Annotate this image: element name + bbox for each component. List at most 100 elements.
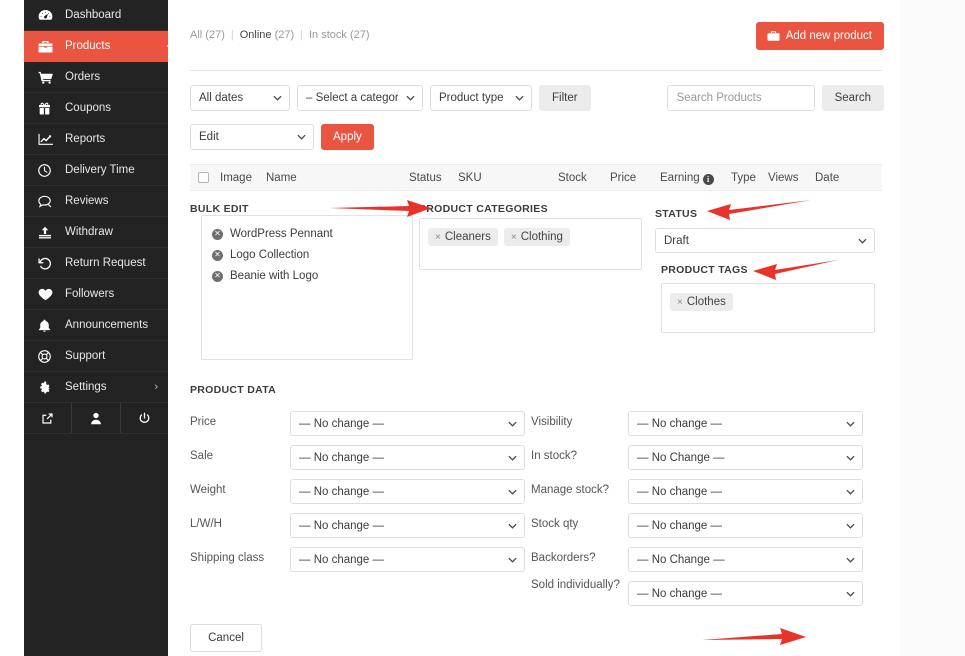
category-tag[interactable]: ×Cleaners (428, 228, 498, 246)
sidebar-item-settings[interactable]: Settings› (24, 372, 168, 403)
sidebar-item-label: Reports (65, 133, 105, 145)
product-data-label: Stock qty (531, 518, 626, 530)
screen-root: DashboardProductsOrdersCoupons Reports Del… (0, 0, 965, 656)
sidebar-item-products[interactable]: Products (24, 31, 168, 62)
product-tags-box[interactable]: × Clothes (661, 283, 875, 333)
product-data-select-wrap: — No change — (628, 513, 863, 538)
product-data-select-l-w-h[interactable]: — No change — (290, 513, 525, 538)
cancel-button[interactable]: Cancel (190, 624, 262, 652)
product-data-select-manage-stock[interactable]: — No change — (628, 479, 863, 504)
external-link-icon (41, 412, 54, 425)
bulk-edit-product-item: ✕Beanie with Logo (212, 270, 402, 282)
product-data-label: L/W/H (190, 518, 285, 530)
sidebar-visit-store-button[interactable] (24, 403, 72, 433)
search-button[interactable]: Search (822, 85, 884, 111)
product-data-label: Visibility (531, 416, 626, 428)
column-views[interactable]: Views (768, 172, 798, 184)
column-stock[interactable]: Stock (558, 172, 587, 184)
sidebar-item-orders[interactable]: Orders (24, 62, 168, 93)
product-data-select-sale[interactable]: — No change — (290, 445, 525, 470)
info-icon[interactable]: i (703, 174, 714, 185)
column-earning-label: Earning (660, 172, 700, 184)
view-link-all[interactable]: All (27) (190, 29, 225, 41)
bulk-action-row: Edit Apply (190, 124, 374, 150)
sidebar-item-dashboard[interactable]: Dashboard (24, 0, 168, 31)
bulk-edit-product-item: ✕ WordPress Pennant (212, 228, 402, 240)
bulk-edit-product-label: Logo Collection (230, 249, 309, 261)
product-categories-box[interactable]: ×Cleaners ×Clothing (419, 218, 642, 270)
product-tag-label: Clothes (687, 296, 726, 308)
column-status[interactable]: Status (409, 172, 442, 184)
column-type[interactable]: Type (731, 172, 756, 184)
product-categories-title: PRODUCT CATEGORIES (419, 203, 548, 215)
view-filter-links: All (27) | Online (27) | In stock (27) (190, 29, 370, 41)
category-tag[interactable]: ×Clothing (504, 228, 570, 246)
product-data-select-wrap: — No change — (290, 513, 525, 538)
column-sku[interactable]: SKU (458, 172, 482, 184)
product-data-select-visibility[interactable]: — No change — (628, 411, 863, 436)
search-input[interactable] (667, 85, 815, 111)
product-data-select-stock-qty[interactable]: — No change — (628, 513, 863, 538)
product-tag[interactable]: × Clothes (670, 293, 733, 311)
bulk-edit-product-list: ✕ WordPress Pennant ✕ Logo Collection ✕Beani… (201, 215, 413, 360)
bulk-edit-title: BULK EDIT (190, 203, 249, 215)
chart-line-icon (38, 133, 58, 146)
sidebar-item-followers[interactable]: Followers (24, 279, 168, 310)
column-image[interactable]: Image (220, 172, 252, 184)
select-all-checkbox[interactable] (198, 172, 209, 183)
bulk-edit-product-label: WordPress Pennant (230, 228, 333, 240)
column-date[interactable]: Date (815, 172, 839, 184)
sidebar-item-announcements[interactable]: Announcements (24, 310, 168, 341)
sidebar-item-reviews[interactable]: Reviews (24, 186, 168, 217)
product-data-select-weight[interactable]: — No change — (290, 479, 525, 504)
view-link-online[interactable]: Online (27) (240, 29, 294, 41)
sidebar-item-label: Reviews (65, 195, 108, 207)
product-data-select-sold-individually[interactable]: — No change — (628, 581, 863, 606)
view-link-separator: | (300, 29, 303, 41)
sidebar-item-withdraw[interactable]: Withdraw (24, 217, 168, 248)
product-data-select-wrap: — No change — (290, 479, 525, 504)
apply-button[interactable]: Apply (321, 124, 374, 150)
sidebar-item-reports[interactable]: Reports (24, 124, 168, 155)
product-data-select-shipping-class[interactable]: — No change — (290, 547, 525, 572)
product-data-select-price[interactable]: — No change — (290, 411, 525, 436)
product-data-title: PRODUCT DATA (190, 384, 276, 396)
sidebar-item-support[interactable]: Support (24, 341, 168, 372)
sidebar-item-return-request[interactable]: Return Request (24, 248, 168, 279)
view-link-count: (27) (272, 29, 295, 41)
product-data-select-wrap: — No change — (628, 411, 863, 436)
remove-tag-icon[interactable]: × (511, 232, 517, 243)
product-data-select-backorders[interactable]: — No Change — (628, 547, 863, 572)
sidebar-item-coupons[interactable]: Coupons (24, 93, 168, 124)
sidebar-item-delivery-time[interactable]: Delivery Time (24, 155, 168, 186)
dashboard-icon (38, 9, 58, 22)
remove-product-icon[interactable]: ✕ (212, 271, 223, 282)
sidebar-profile-button[interactable] (72, 403, 120, 433)
sidebar-logout-button[interactable] (121, 403, 168, 433)
view-link-separator: | (231, 29, 234, 41)
undo-icon (38, 257, 58, 270)
remove-tag-icon[interactable]: × (435, 232, 441, 243)
remove-product-icon[interactable]: ✕ (212, 250, 223, 261)
column-name[interactable]: Name (266, 172, 297, 184)
category-filter-select[interactable]: – Select a category – (297, 85, 423, 111)
bulk-action-select[interactable]: Edit (190, 124, 314, 150)
briefcase-icon (767, 30, 780, 42)
view-link-count: (27) (347, 29, 370, 41)
add-new-product-button[interactable]: Add new product (756, 22, 884, 50)
column-earning[interactable]: Earningi (660, 172, 714, 185)
remove-tag-icon[interactable]: × (677, 297, 683, 308)
comment-icon (38, 195, 58, 208)
remove-product-icon[interactable]: ✕ (212, 229, 223, 240)
view-link-in-stock[interactable]: In stock (27) (309, 29, 370, 41)
product-data-select-wrap: — No change — (628, 479, 863, 504)
sidebar-item-label: Return Request (65, 257, 146, 269)
status-select[interactable]: Draft (655, 228, 875, 253)
column-price[interactable]: Price (610, 172, 636, 184)
product-data-select-in-stock[interactable]: — No Change — (628, 445, 863, 470)
filter-button[interactable]: Filter (539, 85, 591, 111)
sidebar-item-label: Delivery Time (65, 164, 135, 176)
date-filter-select[interactable]: All dates (190, 85, 290, 111)
product-type-filter-select[interactable]: Product type (430, 85, 532, 111)
sidebar-footer (24, 403, 168, 434)
